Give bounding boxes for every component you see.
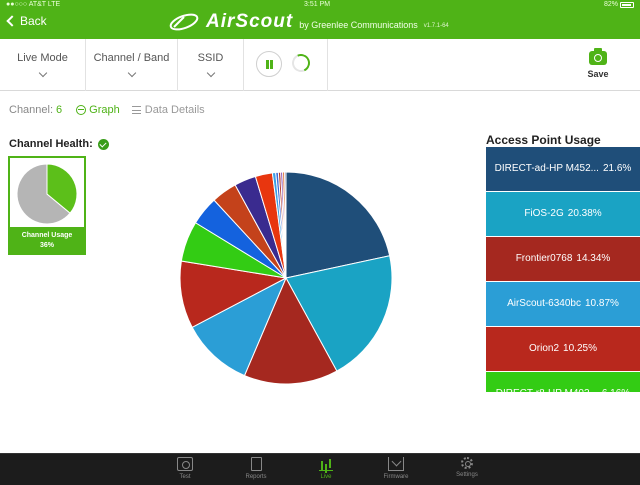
channel-usage-card[interactable]: Channel Usage 36% <box>8 156 86 255</box>
tab-test-label: Test <box>179 474 191 480</box>
access-point-name: Orion2 <box>529 343 560 354</box>
back-label: Back <box>20 14 47 28</box>
access-point-usage-title: Access Point Usage <box>486 133 601 147</box>
access-point-percent: 21.6% <box>602 163 632 174</box>
tab-settings[interactable]: Settings <box>449 457 485 478</box>
access-point-percent: 6.16% <box>602 388 630 392</box>
checkmark-icon <box>97 138 109 150</box>
channel-band-label: Channel / Band <box>93 52 170 64</box>
access-point-name: FiOS-2G <box>524 208 564 219</box>
brand-logo: AirScout by Greenlee Communications v1.7… <box>168 11 449 33</box>
access-point-pie-chart <box>179 171 393 385</box>
loading-spinner-icon <box>289 51 313 75</box>
tab-live-label: Live <box>320 474 332 480</box>
chevron-down-icon <box>127 68 136 78</box>
firmware-icon <box>388 457 404 471</box>
back-button[interactable]: Back <box>6 14 47 28</box>
view-header: Channel: 6 Graph Data Details <box>9 103 205 117</box>
graph-label: Graph <box>89 104 120 116</box>
live-mode-dropdown[interactable]: Live Mode <box>0 39 86 91</box>
access-point-row[interactable]: AirScout-6340bc 10.87% <box>486 282 640 326</box>
live-mode-label: Live Mode <box>17 52 68 64</box>
channel-health-title: Channel Health: <box>9 138 109 150</box>
brand-byline: by Greenlee Communications <box>299 19 418 30</box>
title-bar: ●●○○○ AT&T LTE 3:51 PM 82% Back AirScout… <box>0 0 640 39</box>
channel-health-label: Channel Health: <box>9 138 93 150</box>
access-point-row[interactable]: DIRECT-r8-HP M402... 6.16% <box>486 372 640 392</box>
reports-icon <box>250 457 262 471</box>
battery-percent: 82% <box>603 1 618 8</box>
ssid-dropdown[interactable]: SSID <box>178 39 244 91</box>
access-point-row[interactable]: FiOS-2G 20.38% <box>486 192 640 236</box>
channel-band-dropdown[interactable]: Channel / Band <box>86 39 178 91</box>
save-label: Save <box>587 69 609 79</box>
tab-firmware[interactable]: Firmware <box>378 457 414 480</box>
app-version: v1.7.1-64 <box>423 22 449 29</box>
access-point-name: DIRECT-ad-HP M452... <box>494 163 599 174</box>
access-point-name: Frontier0768 <box>515 253 573 264</box>
channel-value: 6 <box>56 104 63 116</box>
toolbar-divider <box>327 39 328 91</box>
access-point-name: DIRECT-r8-HP M402... <box>496 388 598 392</box>
chevron-left-icon <box>6 15 18 27</box>
tab-data-details[interactable]: Data Details <box>131 104 205 116</box>
tab-graph[interactable]: Graph <box>76 104 120 116</box>
access-point-percent: 20.38% <box>567 208 602 219</box>
channel-label: Channel: <box>9 104 54 116</box>
clock: 3:51 PM <box>304 1 331 8</box>
channel-usage-pie <box>16 163 78 225</box>
live-icon <box>318 457 334 471</box>
channel-usage-footer: Channel Usage 36% <box>10 227 84 253</box>
test-icon <box>177 457 193 471</box>
access-point-percent: 10.87% <box>585 298 619 309</box>
battery-icon <box>620 2 634 8</box>
toolbar: Live Mode Channel / Band SSID Save <box>0 39 640 91</box>
tab-firmware-label: Firmware <box>383 474 409 480</box>
channel-usage-label: Channel Usage <box>21 232 73 239</box>
carrier-status: ●●○○○ AT&T LTE <box>6 1 61 8</box>
details-label: Data Details <box>144 104 205 116</box>
access-point-row[interactable]: Orion2 10.25% <box>486 327 640 371</box>
chevron-down-icon <box>206 68 215 78</box>
access-point-list: DIRECT-ad-HP M452... 21.6% FiOS-2G 20.38% Fr… <box>486 147 640 392</box>
tab-reports[interactable]: Reports <box>238 457 274 480</box>
tab-reports-label: Reports <box>245 474 267 480</box>
graph-icon <box>76 105 87 115</box>
settings-icon <box>461 457 473 469</box>
tab-live[interactable]: Live <box>308 457 344 480</box>
tab-settings-label: Settings <box>456 472 478 478</box>
access-point-row[interactable]: DIRECT-ad-HP M452... 21.6% <box>486 147 640 191</box>
access-point-percent: 14.34% <box>576 253 611 264</box>
brand-name: AirScout <box>206 11 294 32</box>
camera-icon <box>589 48 607 65</box>
list-icon <box>131 106 141 114</box>
save-button[interactable]: Save <box>578 48 618 85</box>
access-point-row[interactable]: Frontier0768 14.34% <box>486 237 640 281</box>
airscout-logo-icon <box>169 13 199 31</box>
bottom-tab-bar: Test Reports Live Firmware Settings <box>0 453 640 485</box>
channel-usage-value: 36% <box>39 242 54 249</box>
access-point-percent: 10.25% <box>563 343 597 354</box>
access-point-name: AirScout-6340bc <box>507 298 581 309</box>
pause-button[interactable] <box>256 51 282 77</box>
ssid-label: SSID <box>197 52 224 64</box>
tab-test[interactable]: Test <box>167 457 203 480</box>
chevron-down-icon <box>38 68 47 78</box>
